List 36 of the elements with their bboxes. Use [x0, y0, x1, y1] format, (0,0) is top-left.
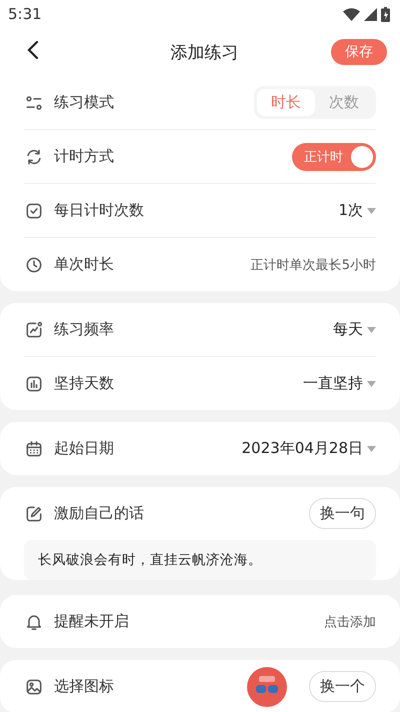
row-label: 起始日期 [54, 439, 115, 458]
caret-icon [367, 208, 376, 214]
motto-text: 长风破浪会有时，直挂云帆济沧海。 [24, 540, 376, 580]
calendar-icon [24, 438, 44, 458]
status-time: 5:31 [8, 5, 42, 23]
checkbox-icon [24, 200, 44, 220]
dropdown-value[interactable]: 1次 [338, 201, 363, 220]
clock-icon [24, 254, 44, 274]
row-label: 练习模式 [54, 93, 115, 112]
change-button[interactable]: 换一句 [309, 498, 376, 529]
glasses-icon[interactable] [247, 666, 287, 706]
row-label: 提醒未开启 [54, 612, 130, 631]
row-label: 单次时长 [54, 255, 115, 274]
caret-icon [367, 380, 376, 386]
pencil-icon [24, 504, 44, 524]
row-label: 计时方式 [54, 147, 115, 166]
row-label: 练习频率 [54, 320, 115, 339]
change-button[interactable]: 换一个 [309, 671, 376, 702]
dropdown-value[interactable]: 2023年04月28日 [242, 439, 363, 458]
page-title: 添加练习 [170, 42, 238, 64]
caret-icon [367, 326, 376, 332]
row-value: 点击添加 [324, 614, 376, 630]
row-label: 每日计时次数 [54, 201, 145, 220]
signal-icon [364, 8, 377, 20]
dropdown-value[interactable]: 每天 [333, 320, 363, 339]
bar-chart-icon [24, 374, 44, 394]
battery-icon [381, 6, 390, 22]
row-label: 选择图标 [54, 677, 115, 696]
caret-icon [367, 446, 376, 452]
image-icon [24, 676, 44, 696]
dropdown-value[interactable]: 一直坚持 [303, 374, 363, 393]
row-label: 坚持天数 [54, 374, 115, 393]
row-value: 正计时单次最长5小时 [250, 256, 376, 274]
trend-chart-icon [24, 320, 44, 340]
row-label: 激励自己的话 [54, 504, 145, 523]
wifi-icon [343, 8, 360, 20]
